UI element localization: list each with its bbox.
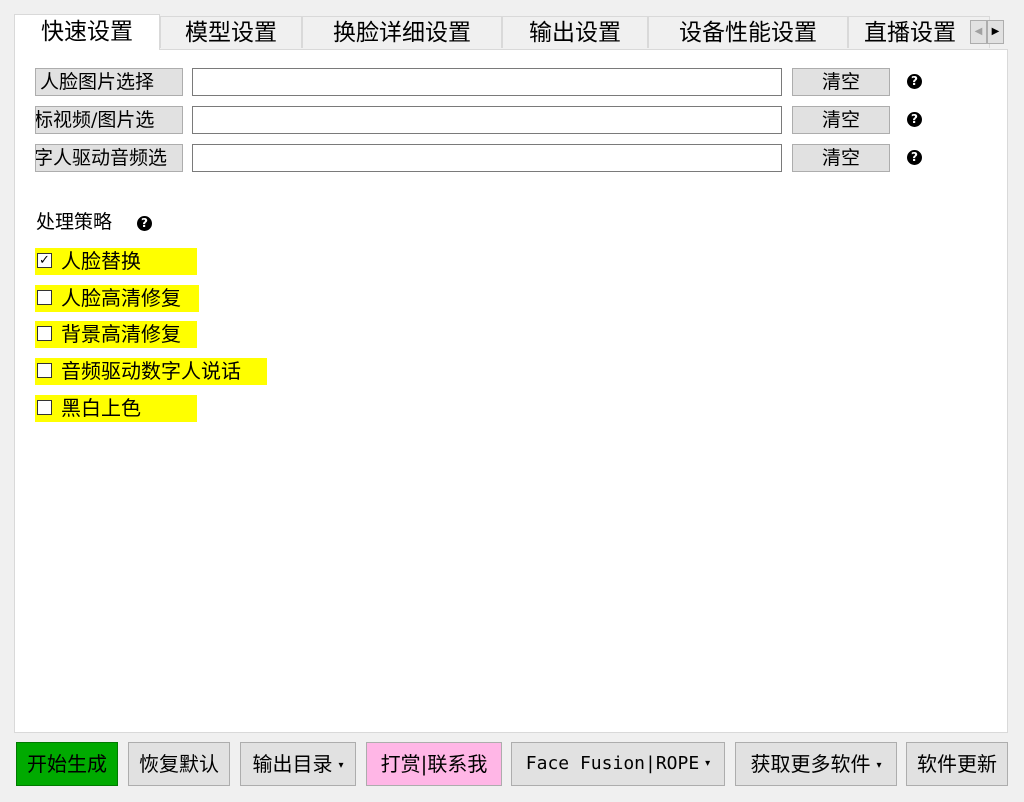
engine-select-label: Face Fusion|ROPE	[525, 753, 700, 774]
face-image-clear-button[interactable]: 清空	[792, 68, 890, 96]
target-media-select-button[interactable]: 标视频/图片选	[35, 106, 183, 134]
more-software-button[interactable]: 获取更多软件 ▾	[735, 742, 897, 786]
tab-live-settings[interactable]: 直播设置	[848, 16, 990, 48]
option-background-hd-restore-label: 背景高清修复	[61, 322, 181, 346]
more-software-label: 获取更多软件	[750, 752, 871, 776]
tab-scroll-buttons: ◀ ▶	[970, 20, 1006, 48]
restore-defaults-button[interactable]: 恢复默认	[128, 742, 230, 786]
face-swap-checkbox[interactable]: ✓	[37, 253, 52, 268]
option-audio-driven-avatar-label: 音频驱动数字人说话	[61, 359, 241, 383]
software-update-button[interactable]: 软件更新	[906, 742, 1008, 786]
tab-scroll-right-icon[interactable]: ▶	[987, 20, 1004, 44]
option-audio-driven-avatar[interactable]: 音频驱动数字人说话	[35, 358, 267, 385]
option-colorize-label: 黑白上色	[61, 396, 141, 420]
driving-audio-select-button[interactable]: 字人驱动音频选	[35, 144, 183, 172]
output-directory-button[interactable]: 输出目录 ▾	[240, 742, 356, 786]
tab-output-settings[interactable]: 输出设置	[502, 16, 648, 48]
option-face-hd-restore[interactable]: 人脸高清修复	[35, 285, 199, 312]
tab-device-performance[interactable]: 设备性能设置	[648, 16, 848, 48]
audio-driven-avatar-checkbox[interactable]	[37, 363, 52, 378]
target-media-help-icon[interactable]: ?	[907, 112, 922, 127]
target-media-path-input[interactable]	[192, 106, 782, 134]
option-face-hd-restore-label: 人脸高清修复	[61, 286, 181, 310]
colorize-checkbox[interactable]	[37, 400, 52, 415]
face-image-select-button[interactable]: 人脸图片选择	[35, 68, 183, 96]
background-hd-restore-checkbox[interactable]	[37, 326, 52, 341]
option-face-swap[interactable]: ✓ 人脸替换	[35, 248, 197, 275]
quick-settings-panel: 人脸图片选择 清空 ? 标视频/图片选 清空 ? 字人驱动音频选 清空 ? 处理…	[14, 49, 1008, 733]
driving-audio-path-input[interactable]	[192, 144, 782, 172]
face-image-help-icon[interactable]: ?	[907, 74, 922, 89]
face-image-path-input[interactable]	[192, 68, 782, 96]
output-directory-label: 输出目录	[252, 752, 333, 776]
option-colorize[interactable]: 黑白上色	[35, 395, 197, 422]
tab-scroll-left-icon[interactable]: ◀	[970, 20, 987, 44]
settings-tab-bar: 快速设置 模型设置 换脸详细设置 输出设置 设备性能设置 直播设置 ◀ ▶	[14, 14, 1008, 50]
driving-audio-clear-button[interactable]: 清空	[792, 144, 890, 172]
option-face-swap-label: 人脸替换	[61, 249, 141, 273]
more-software-dropdown-icon: ▾	[876, 759, 882, 771]
face-hd-restore-checkbox[interactable]	[37, 290, 52, 305]
start-generate-button[interactable]: 开始生成	[16, 742, 118, 786]
target-media-clear-button[interactable]: 清空	[792, 106, 890, 134]
driving-audio-help-icon[interactable]: ?	[907, 150, 922, 165]
tab-model-settings[interactable]: 模型设置	[160, 16, 302, 48]
processing-strategy-help-icon[interactable]: ?	[137, 216, 152, 231]
engine-dropdown-icon: ▾	[705, 758, 711, 769]
engine-select-button[interactable]: Face Fusion|ROPE ▾	[511, 742, 725, 786]
processing-strategy-label: 处理策略	[36, 211, 113, 233]
output-directory-dropdown-icon: ▾	[338, 759, 344, 771]
option-background-hd-restore[interactable]: 背景高清修复	[35, 321, 197, 348]
tab-face-swap-details[interactable]: 换脸详细设置	[302, 16, 502, 48]
tab-quick-settings[interactable]: 快速设置	[14, 14, 160, 50]
donate-contact-button[interactable]: 打赏|联系我	[366, 742, 502, 786]
